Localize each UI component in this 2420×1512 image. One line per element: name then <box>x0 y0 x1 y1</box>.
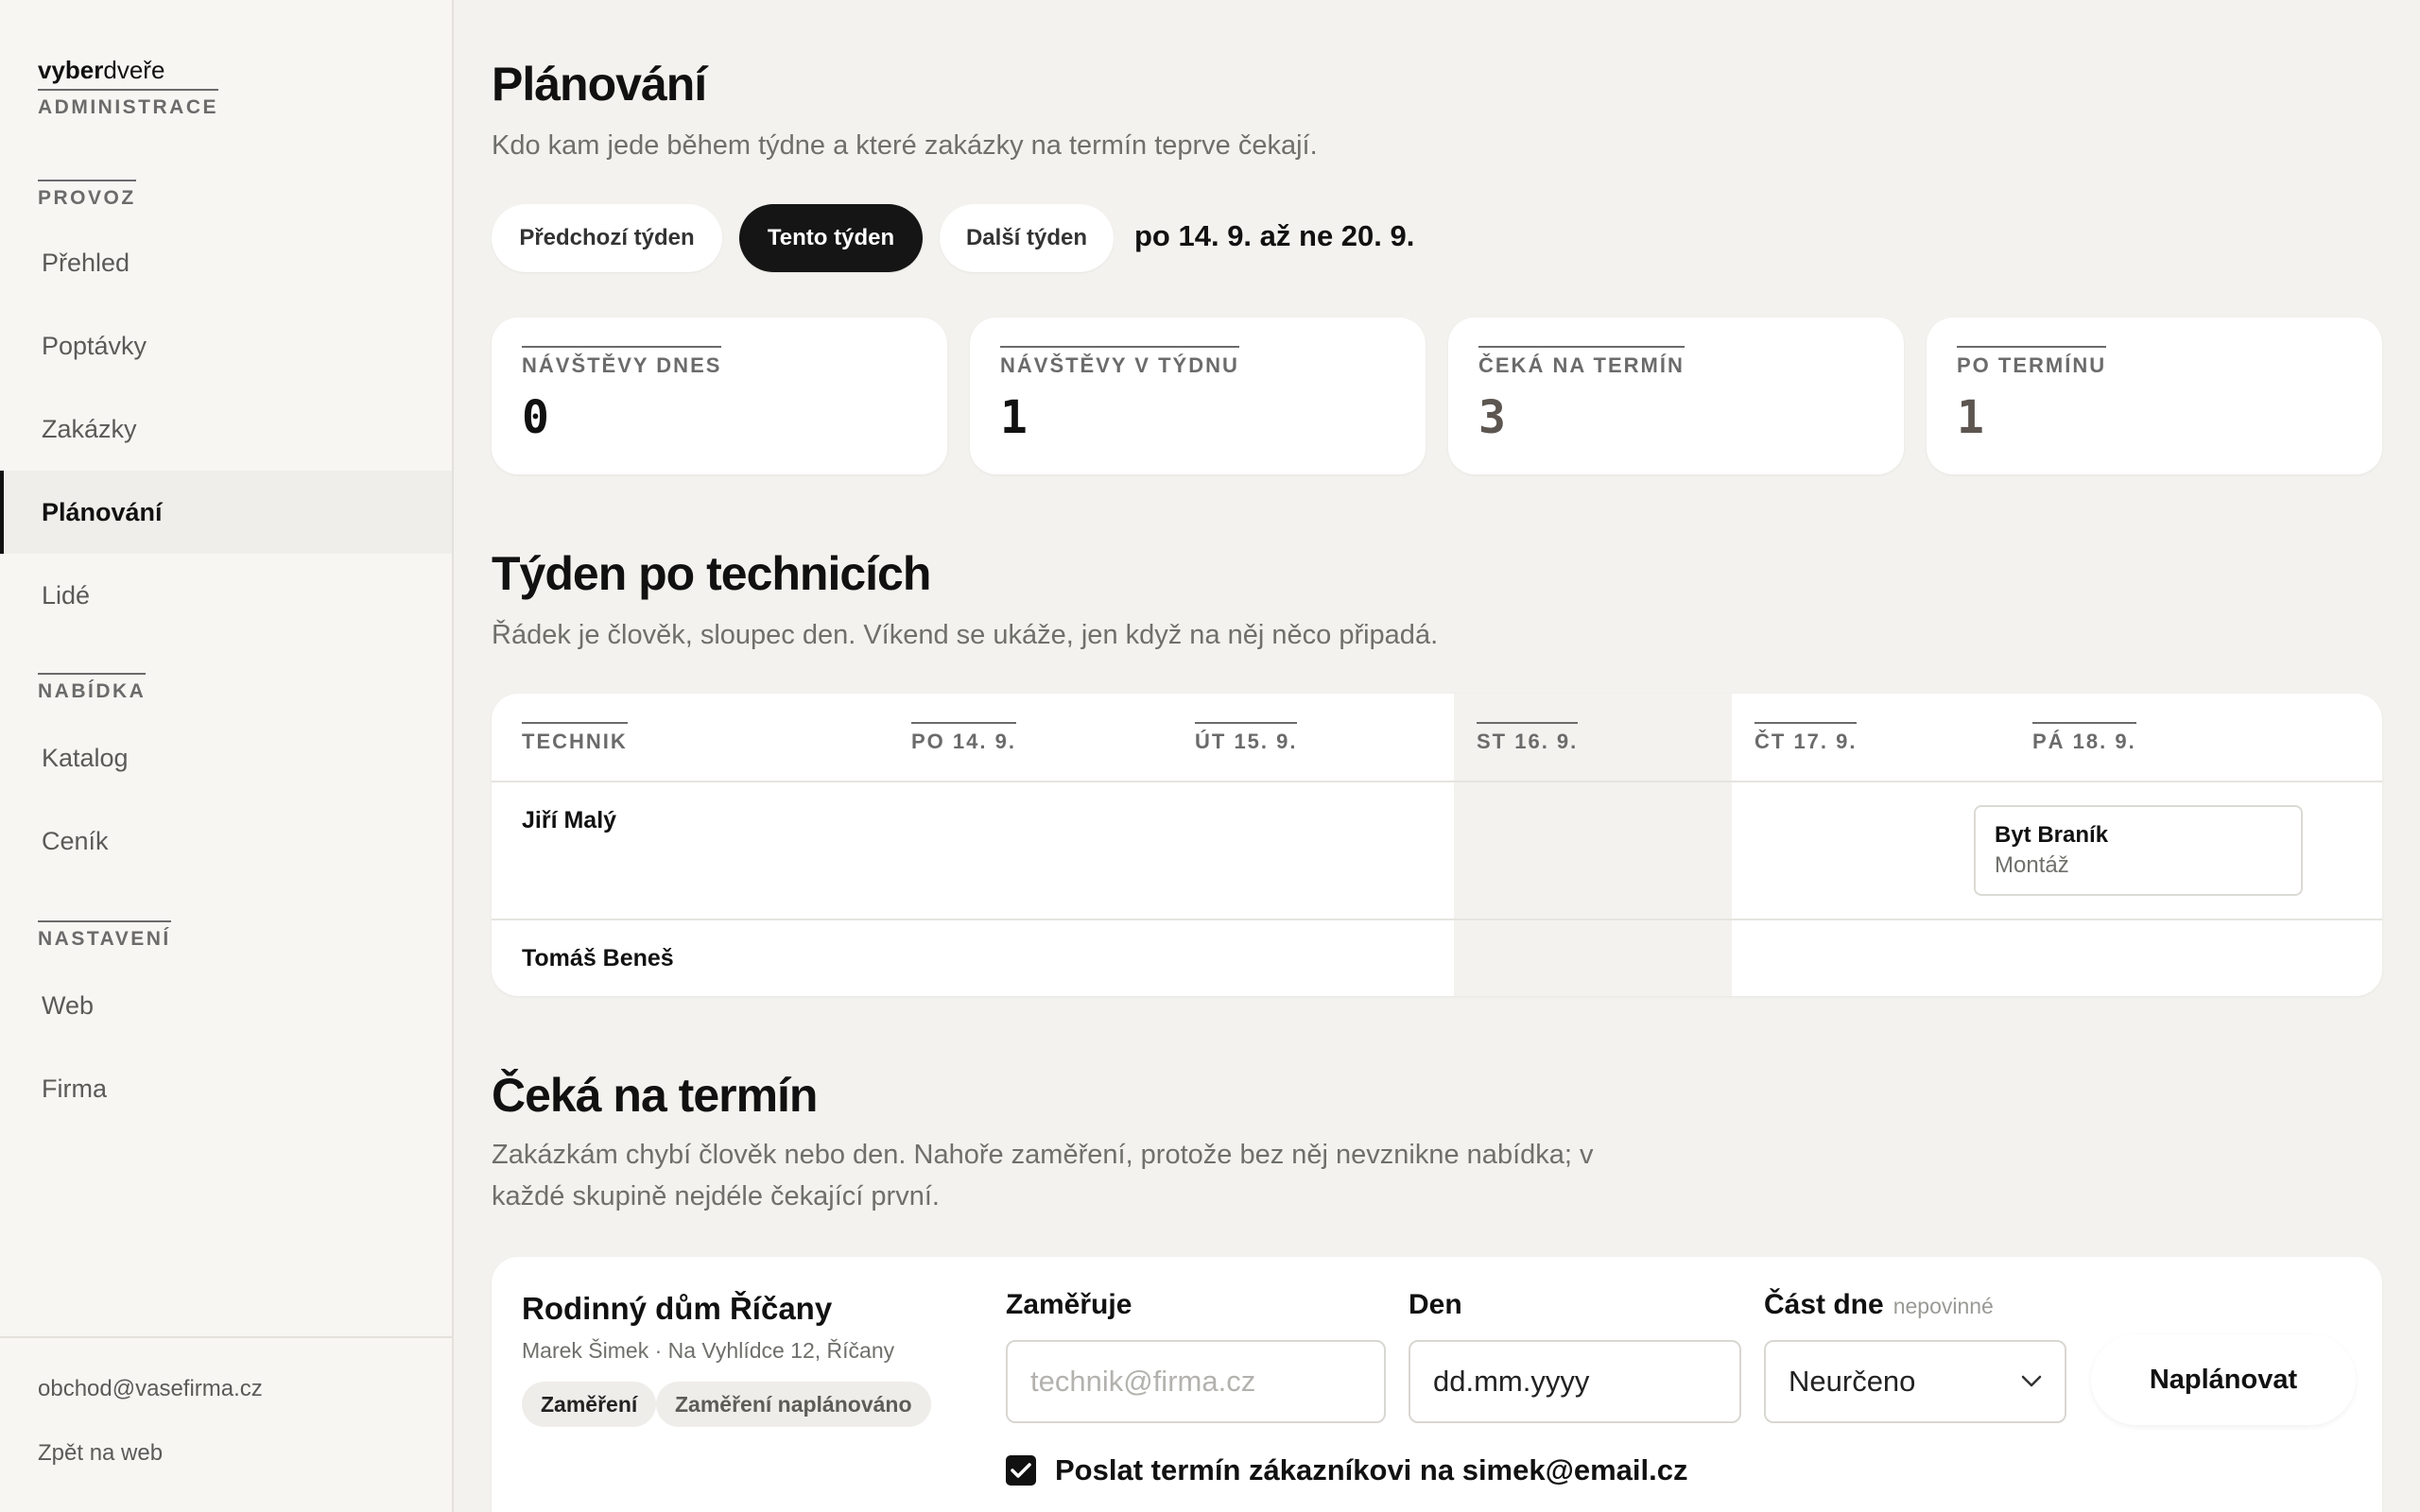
col-header-day: PO 14. 9. <box>911 722 1016 754</box>
part-of-day-select[interactable]: Neurčeno <box>1764 1340 2066 1423</box>
schedule-button[interactable]: Naplánovat <box>2091 1334 2356 1425</box>
sidebar-item-lide[interactable]: Lidé <box>0 554 452 637</box>
stat-value: 0 <box>522 391 549 444</box>
waiting-section-subtitle-line1: Zakázkám chybí člověk nebo den. Nahoře z… <box>492 1140 1594 1170</box>
stat-value: 3 <box>1478 391 1506 444</box>
nav-section-provoz: PROVOZ <box>38 180 136 210</box>
sidebar: vyberdveře ADMINISTRACE PROVOZ Přehled P… <box>0 0 454 1512</box>
stat-value: 1 <box>1000 391 1028 444</box>
stat-card-overdue: PO TERMÍNU 1 <box>1927 318 2382 474</box>
tag-chip: Zaměření naplánováno <box>656 1382 931 1427</box>
row-divider <box>492 781 2382 782</box>
optional-hint: nepovinné <box>1893 1294 1994 1318</box>
sidebar-item-katalog[interactable]: Katalog <box>0 716 452 799</box>
stat-value: 1 <box>1957 391 1984 444</box>
tag-chip: Zaměření <box>522 1382 657 1427</box>
brand-logo[interactable]: vyberdveře ADMINISTRACE <box>38 55 218 119</box>
nav-section-nastaveni: NASTAVENÍ <box>38 920 171 951</box>
day-input[interactable]: dd.mm.yyyy <box>1409 1340 1741 1423</box>
measurer-input[interactable]: technik@firma.cz <box>1006 1340 1386 1423</box>
main-content: Plánování Kdo kam jede během týdne a kte… <box>454 0 2420 1512</box>
event-title: Byt Braník <box>1995 822 2109 848</box>
sidebar-item-poptavky[interactable]: Poptávky <box>0 304 452 387</box>
part-of-day-value: Neurčeno <box>1789 1365 1916 1398</box>
week-table: TECHNIK PO 14. 9. ÚT 15. 9. ST 16. 9. ČT… <box>492 694 2382 996</box>
sidebar-item-planovani[interactable]: Plánování <box>0 471 452 554</box>
week-range: po 14. 9. až ne 20. 9. <box>1134 219 1415 252</box>
sidebar-item-firma[interactable]: Firma <box>0 1047 452 1130</box>
stat-label: NÁVŠTĚVY V TÝDNU <box>1000 346 1239 378</box>
page-subtitle: Kdo kam jede během týdne a které zakázky… <box>492 130 1318 161</box>
waiting-job-card: Rodinný dům Říčany Marek Šimek · Na Vyhl… <box>492 1257 2382 1512</box>
brand-name: vyberdveře <box>38 56 165 84</box>
technician-name: Jiří Malý <box>522 807 617 833</box>
checkmark-icon <box>1011 1463 1031 1478</box>
col-header-day: PÁ 18. 9. <box>2032 722 2136 754</box>
footer-back-link[interactable]: Zpět na web <box>38 1440 163 1467</box>
notify-customer-checkbox[interactable] <box>1006 1455 1036 1486</box>
measurer-label: Zaměřuje <box>1006 1289 1132 1320</box>
page-title: Plánování <box>492 58 707 111</box>
nav-section-nabidka: NABÍDKA <box>38 673 147 703</box>
col-header-day: ČT 17. 9. <box>1754 722 1858 754</box>
row-divider <box>492 919 2382 920</box>
waiting-section-subtitle-line2: každé skupině nejdéle čekající první. <box>492 1181 940 1211</box>
this-week-button[interactable]: Tento týden <box>739 204 923 272</box>
col-header-day: ST 16. 9. <box>1477 722 1579 754</box>
waiting-section-title: Čeká na termín <box>492 1069 818 1122</box>
next-week-button[interactable]: Další týden <box>940 204 1114 272</box>
stat-card-visits-today: NÁVŠTĚVY DNES 0 <box>492 318 947 474</box>
col-header-day: ÚT 15. 9. <box>1195 722 1298 754</box>
job-title: Rodinný dům Říčany <box>522 1291 833 1326</box>
week-section-title: Týden po technicích <box>492 547 931 600</box>
footer-email-link[interactable]: obchod@vasefirma.cz <box>38 1376 263 1402</box>
part-of-day-label: Část dne nepovinné <box>1764 1289 1994 1320</box>
event-type: Montáž <box>1995 852 2069 878</box>
job-meta: Marek Šimek · Na Vyhlídce 12, Říčany <box>522 1338 895 1363</box>
sidebar-footer <box>0 1336 452 1338</box>
event-card[interactable]: Byt Braník Montáž <box>1974 805 2303 896</box>
sidebar-item-web[interactable]: Web <box>0 964 452 1047</box>
week-section-subtitle: Řádek je člověk, sloupec den. Víkend se … <box>492 620 1439 650</box>
stat-label: NÁVŠTĚVY DNES <box>522 346 722 378</box>
notify-customer-label: Poslat termín zákazníkovi na simek@email… <box>1055 1453 1688 1486</box>
sidebar-item-prehled[interactable]: Přehled <box>0 221 452 304</box>
day-label: Den <box>1409 1289 1462 1320</box>
stat-label: PO TERMÍNU <box>1957 346 2107 378</box>
chevron-down-icon <box>2021 1375 2042 1387</box>
brand-subtitle: ADMINISTRACE <box>38 89 218 119</box>
prev-week-button[interactable]: Předchozí týden <box>492 204 722 272</box>
stat-label: ČEKÁ NA TERMÍN <box>1478 346 1685 378</box>
sidebar-item-cenik[interactable]: Ceník <box>0 799 452 883</box>
stat-card-waiting: ČEKÁ NA TERMÍN 3 <box>1448 318 1904 474</box>
stat-card-visits-week: NÁVŠTĚVY V TÝDNU 1 <box>970 318 1426 474</box>
sidebar-item-zakazky[interactable]: Zakázky <box>0 387 452 471</box>
col-header-technik: TECHNIK <box>522 722 628 754</box>
technician-name: Tomáš Beneš <box>522 945 674 971</box>
